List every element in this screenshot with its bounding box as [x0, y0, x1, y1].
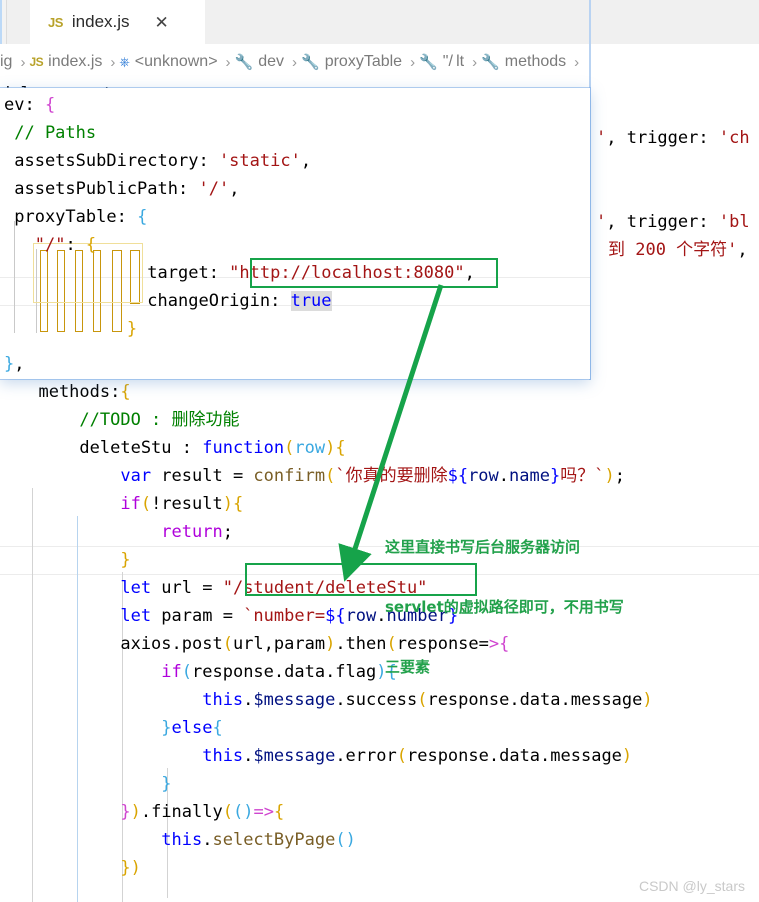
- peek-code-line: assetsPublicPath: '/',: [4, 175, 239, 203]
- breadcrumb-item-dev[interactable]: 🔧 dev: [235, 53, 288, 71]
- breadcrumb-separator: ›: [406, 54, 419, 71]
- js-file-icon: JS: [29, 55, 43, 69]
- annotation-box-target-url: [250, 258, 498, 288]
- annotation-note: 这里直接书写后台服务器访问 servlet的虚拟路径即可，不用书写 三要素: [385, 497, 624, 717]
- js-file-icon: JS: [48, 15, 63, 30]
- breadcrumb-separator: ›: [468, 54, 481, 71]
- annotation-note-line: 三要素: [385, 657, 624, 677]
- breadcrumb-item-file[interactable]: JS index.js: [29, 53, 106, 71]
- breadcrumb-label: index.js: [48, 53, 102, 71]
- code-fragment-right: ', trigger: 'ch: [596, 124, 750, 152]
- breadcrumb-separator: ›: [570, 54, 583, 71]
- code-line: //TODO : 删除功能: [18, 406, 240, 434]
- code-line: }: [18, 546, 131, 574]
- code-fragment-right: ', trigger: 'bl: [596, 208, 750, 236]
- annotation-note-line: servlet的虚拟路径即可，不用书写: [385, 597, 624, 617]
- editor-tab-bar: JS index.js ✕: [0, 0, 759, 44]
- breadcrumb-item-unknown[interactable]: ⎈ <unknown>: [119, 53, 221, 71]
- wrench-icon: 🔧: [235, 53, 254, 71]
- breadcrumb-separator: ›: [106, 54, 119, 71]
- code-line: }).finally(()=>{: [18, 798, 284, 826]
- screenshot-root: JS index.js ✕ ig › JS index.js › ⎈ <unkn…: [0, 0, 759, 902]
- breadcrumb: ig › JS index.js › ⎈ <unknown> › 🔧 dev ›…: [0, 44, 759, 80]
- code-line: deleteStu : function(row){: [18, 434, 346, 462]
- tab-label: index.js: [72, 12, 130, 32]
- breadcrumb-label: dev: [258, 53, 284, 71]
- code-line: var result = confirm(`你真的要删除${row.name}吗…: [18, 462, 625, 490]
- peek-code-line: changeOrigin: true: [4, 287, 332, 315]
- breadcrumb-label: ig: [0, 53, 12, 71]
- close-icon[interactable]: ✕: [155, 14, 169, 31]
- symbol-object-icon: ⎈: [119, 54, 129, 70]
- breadcrumb-separator: ›: [222, 54, 235, 71]
- breadcrumb-item-methods[interactable]: 🔧 methods: [481, 53, 570, 71]
- code-peek-panel[interactable]: ev: { // Paths assetsSubDirectory: 'stat…: [0, 88, 590, 379]
- code-line: }): [18, 854, 141, 882]
- peek-code-line: ev: {: [4, 91, 55, 119]
- breadcrumb-separator: ›: [288, 54, 301, 71]
- peek-code-line: assetsSubDirectory: 'static',: [4, 147, 311, 175]
- peek-code-line: proxyTable: {: [4, 203, 147, 231]
- tab-index-js[interactable]: JS index.js ✕: [30, 0, 205, 44]
- code-line: if(!result){: [18, 490, 243, 518]
- breadcrumb-label: "/ lt: [443, 53, 464, 71]
- breadcrumb-item-proxytable[interactable]: 🔧 proxyTable: [301, 53, 406, 71]
- code-fragment-right: 到 200 个字符',: [608, 236, 748, 264]
- breadcrumb-item-root-path[interactable]: 🔧 "/ lt: [419, 53, 468, 71]
- breadcrumb-separator: ›: [16, 54, 29, 71]
- wrench-icon: 🔧: [301, 53, 320, 71]
- wrench-icon: 🔧: [481, 53, 500, 71]
- peek-code-line: "/": {: [4, 231, 96, 259]
- tab-bar-left-edge: [0, 0, 7, 44]
- code-line: methods:{: [18, 378, 131, 406]
- peek-code-line: // Paths: [4, 119, 96, 147]
- watermark: CSDN @ly_stars: [639, 878, 745, 894]
- breadcrumb-label: <unknown>: [135, 53, 218, 71]
- code-line: if(response.data.flag){: [18, 658, 397, 686]
- code-line: return;: [18, 518, 233, 546]
- wrench-icon: 🔧: [419, 53, 438, 71]
- code-line: this.selectByPage(): [18, 826, 356, 854]
- code-line: }else{: [18, 714, 223, 742]
- breadcrumb-label: methods: [505, 53, 566, 71]
- code-line: this.$message.error(response.data.messag…: [18, 742, 632, 770]
- breadcrumb-item-folder[interactable]: ig: [0, 53, 16, 71]
- peek-code-line: }: [4, 315, 137, 343]
- breadcrumb-label: proxyTable: [325, 53, 402, 71]
- annotation-note-line: 这里直接书写后台服务器访问: [385, 537, 624, 557]
- code-line: }: [18, 770, 172, 798]
- peek-code-line: },: [4, 350, 25, 378]
